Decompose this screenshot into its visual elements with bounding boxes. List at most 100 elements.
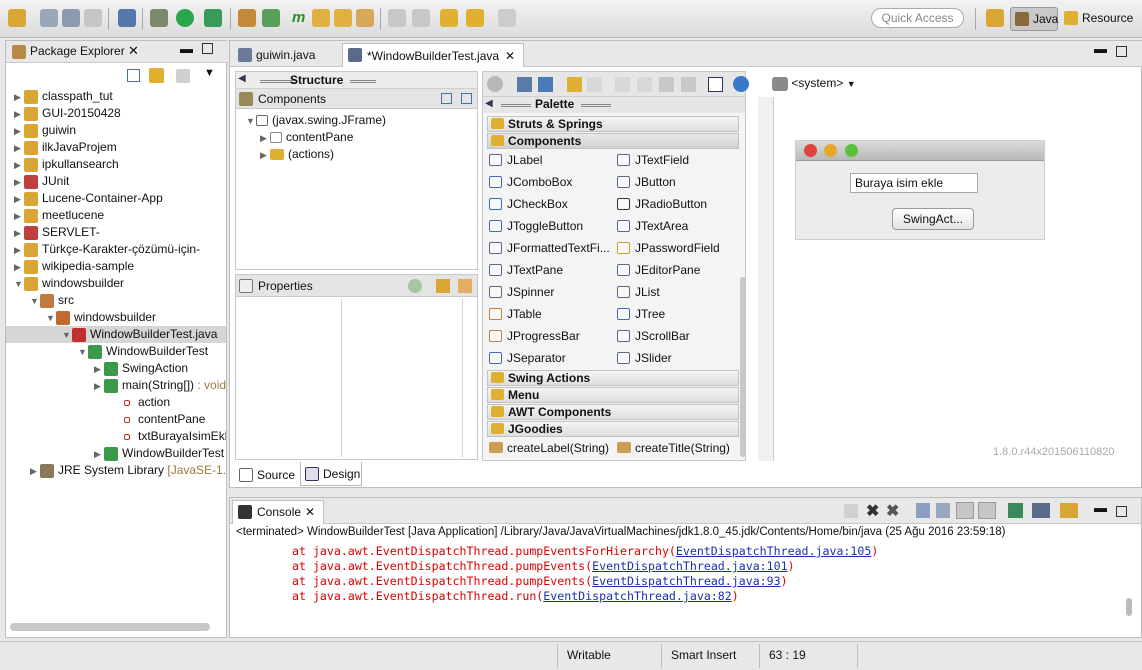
new-icon[interactable]	[8, 9, 26, 27]
expanded-arrow-icon[interactable]: ▼	[14, 276, 24, 292]
test-gui-icon[interactable]	[487, 76, 503, 92]
name-textfield[interactable]: Buraya isim ekle	[850, 173, 978, 193]
tree-item[interactable]: ▶ JUnit	[14, 173, 69, 190]
palette-item[interactable]: JSlider	[617, 349, 672, 367]
back-dropdown-icon[interactable]	[466, 9, 484, 27]
horizontal-scrollbar[interactable]	[10, 623, 210, 631]
palette-item[interactable]: JLabel	[489, 151, 542, 169]
tree-item[interactable]: ▶ wikipedia-sample	[14, 258, 134, 275]
goto-definition-icon[interactable]	[458, 279, 472, 293]
back-icon[interactable]	[440, 9, 458, 27]
collapsed-arrow-icon[interactable]: ▶	[14, 208, 24, 224]
remove-all-icon[interactable]: ✖	[886, 501, 899, 521]
cut-icon[interactable]	[615, 77, 630, 92]
sync-icon[interactable]	[538, 77, 553, 92]
collapse-all-icon[interactable]	[127, 69, 140, 82]
tree-item[interactable]: ▶ main(String[]) : void	[94, 377, 226, 394]
tree-item[interactable]: ▶ JRE System Library [JavaSE-1.8]	[30, 462, 226, 479]
open-perspective-icon[interactable]	[986, 9, 1004, 27]
palette-item[interactable]: JTree	[617, 305, 665, 323]
open-resource-icon[interactable]	[334, 9, 352, 27]
palette-item[interactable]: JSpinner	[489, 283, 554, 301]
search-icon[interactable]	[356, 9, 374, 27]
next-annotation-icon[interactable]	[388, 9, 406, 27]
display-console-icon[interactable]	[1032, 503, 1050, 518]
save-all-icon[interactable]	[62, 9, 80, 27]
perspective-resource[interactable]: Resource	[1062, 7, 1142, 31]
palette-item[interactable]: JProgressBar	[489, 327, 580, 345]
tab-windowbuildertest[interactable]: *WindowBuilderTest.java ✕	[342, 43, 524, 67]
palette-item[interactable]: JCheckBox	[489, 195, 568, 213]
palette-category[interactable]: AWT Components	[487, 404, 739, 420]
stacktrace-link[interactable]: EventDispatchThread.java:101	[592, 559, 787, 573]
expanded-arrow-icon[interactable]: ▼	[62, 327, 72, 343]
remove-launch-icon[interactable]: ✖	[866, 501, 879, 521]
palette-item[interactable]: JRadioButton	[617, 195, 707, 213]
palette-item[interactable]: JScrollBar	[617, 327, 690, 345]
palette-item[interactable]: JEditorPane	[617, 261, 700, 279]
console-scrollbar[interactable]	[1126, 598, 1132, 616]
globe-icon[interactable]	[733, 76, 749, 92]
palette-item[interactable]: JTextField	[617, 151, 689, 169]
collapsed-arrow-icon[interactable]: ▶	[14, 140, 24, 156]
palette-action-item[interactable]: createTitle(String)	[617, 439, 730, 457]
tree-item[interactable]: ▼ src	[30, 292, 74, 309]
minimize-icon[interactable]: ▬	[1094, 500, 1107, 515]
expanded-arrow-icon[interactable]: ▼	[78, 344, 88, 360]
stacktrace-link[interactable]: EventDispatchThread.java:82	[543, 589, 731, 603]
collapsed-arrow-icon[interactable]: ▶	[14, 106, 24, 122]
tree-item[interactable]: action	[110, 394, 170, 411]
variable-icon[interactable]	[517, 77, 532, 92]
tree-item[interactable]: ▶ GUI-20150428	[14, 105, 121, 122]
close-icon[interactable]: ✕	[305, 501, 315, 523]
collapsed-arrow-icon[interactable]: ▶	[94, 361, 104, 377]
collapsed-arrow-icon[interactable]: ▶	[94, 446, 104, 462]
palette-item[interactable]: JPasswordField	[617, 239, 720, 257]
new-class-icon[interactable]	[262, 9, 280, 27]
tree-item[interactable]: ▶ SwingAction	[94, 360, 188, 377]
collapsed-arrow-icon[interactable]: ▶	[14, 123, 24, 139]
tree-item[interactable]: ▼ windowsbuilder	[46, 309, 156, 326]
forward-icon[interactable]	[498, 9, 516, 27]
print-icon[interactable]	[84, 9, 102, 27]
tree-contentpane[interactable]: ▶ contentPane	[260, 129, 353, 146]
expanded-arrow-icon[interactable]: ▼	[246, 113, 256, 130]
collapse-left-icon[interactable]: ◀	[485, 98, 493, 109]
save-icon[interactable]	[40, 9, 58, 27]
palette-item[interactable]: JTextArea	[617, 217, 688, 235]
palette-category[interactable]: Struts & Springs	[487, 116, 739, 132]
tree-item[interactable]: txtBurayaIsimEkle	[110, 428, 226, 445]
collapse-left-icon[interactable]: ◀	[238, 73, 246, 84]
design-frame[interactable]: Buraya isim ekle SwingAct...	[795, 140, 1045, 240]
palette-item[interactable]: JFormattedTextFi...	[489, 239, 610, 257]
redo-icon[interactable]	[587, 77, 602, 92]
minimize-icon[interactable]: ▬	[1094, 41, 1107, 56]
palette-item[interactable]: JSeparator	[489, 349, 566, 367]
open-console-icon[interactable]	[1060, 503, 1078, 518]
stacktrace-link[interactable]: EventDispatchThread.java:93	[592, 574, 780, 588]
palette-category[interactable]: JGoodies	[487, 421, 739, 437]
collapsed-arrow-icon[interactable]: ▶	[14, 157, 24, 173]
tree-item[interactable]: ▶ SERVLET-	[14, 224, 100, 241]
palette-item[interactable]: JTextPane	[489, 261, 563, 279]
tree-item[interactable]: ▶ ipkullansearch	[14, 156, 119, 173]
refresh-icon[interactable]	[408, 279, 422, 293]
pin-console-icon[interactable]	[1008, 503, 1023, 518]
clear-console-icon[interactable]	[916, 503, 930, 518]
new-java-project-icon[interactable]	[238, 9, 256, 27]
test-icon[interactable]	[708, 77, 723, 92]
palette-category[interactable]: Swing Actions	[487, 370, 739, 386]
events-icon[interactable]	[436, 279, 450, 293]
close-icon[interactable]: ✕	[128, 43, 139, 59]
stacktrace-link[interactable]: EventDispatchThread.java:105	[676, 544, 871, 558]
tree-item[interactable]: ▶ ilkJavaProjem	[14, 139, 117, 156]
palette-item[interactable]: JComboBox	[489, 173, 572, 191]
tree-jframe[interactable]: ▼ (javax.swing.JFrame)	[246, 112, 386, 129]
prev-annotation-icon[interactable]	[412, 9, 430, 27]
collapsed-arrow-icon[interactable]: ▶	[14, 191, 24, 207]
view-menu-icon[interactable]: ▼	[204, 67, 215, 79]
tab-console[interactable]: Console ✕	[232, 500, 324, 524]
tab-source[interactable]: Source	[235, 464, 299, 486]
collapsed-arrow-icon[interactable]: ▶	[14, 89, 24, 105]
tab-guiwin[interactable]: guiwin.java	[232, 43, 340, 67]
